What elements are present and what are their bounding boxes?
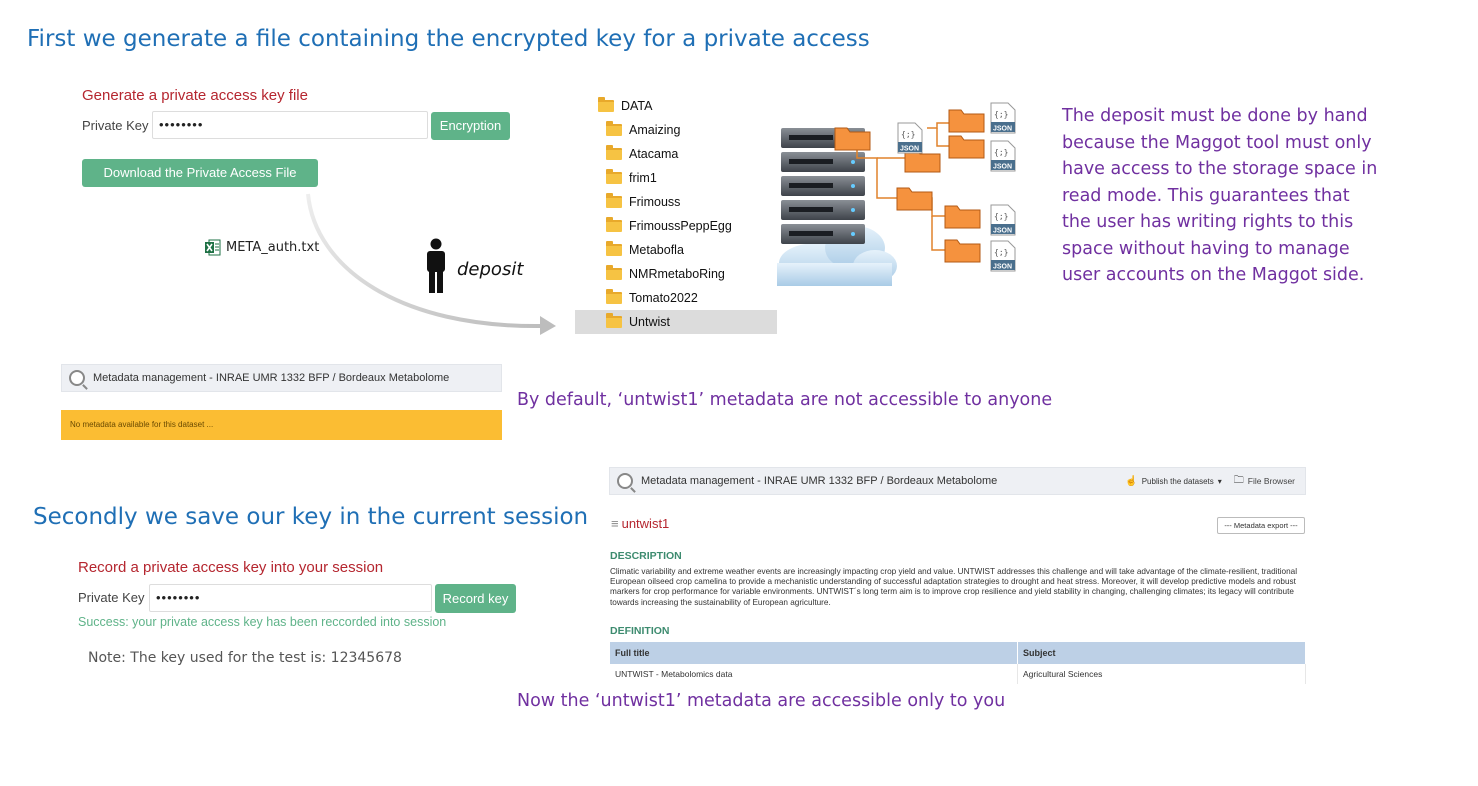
private-key-label: Private Key :: [82, 118, 156, 133]
folder-root[interactable]: DATA: [575, 94, 777, 118]
locked-caption: By default, ‘untwist1’ metadata are not …: [517, 390, 1053, 410]
app-logo-icon: [69, 370, 85, 386]
excel-file-icon: [205, 239, 221, 256]
record-form-title: Record a private access key into your se…: [78, 559, 384, 576]
person-icon: [427, 238, 445, 293]
folder-item-selected[interactable]: Untwist: [575, 310, 777, 334]
json-file-icon: {;} JSON: [990, 240, 1016, 272]
dataset-title: ≡ untwist1: [611, 516, 670, 531]
folder-icon: [606, 289, 622, 304]
locked-app-header: Metadata management - INRAE UMR 1332 BFP…: [61, 364, 502, 392]
file-browser-link[interactable]: File Browser: [1248, 476, 1295, 486]
encryption-button[interactable]: Encryption: [431, 112, 510, 140]
svg-text:{;}: {;}: [994, 110, 1008, 119]
json-file-icon: {;} JSON: [897, 122, 923, 154]
menu-icon[interactable]: ≡: [611, 516, 619, 531]
record-success-message: Success: your private access key has bee…: [78, 615, 447, 629]
app-logo-icon: [617, 473, 633, 489]
download-private-access-file-button[interactable]: Download the Private Access File: [82, 159, 318, 187]
description-text: Climatic variability and extreme weather…: [610, 567, 1298, 607]
folder-icon: [606, 265, 622, 280]
table-header-full-title: Full title: [610, 642, 1018, 664]
metadata-export-select[interactable]: --- Metadata export ---: [1217, 517, 1305, 534]
heading-first: First we generate a file containing the …: [27, 26, 870, 52]
folder-item[interactable]: Frimouss: [575, 190, 777, 214]
unlocked-app-header: Metadata management - INRAE UMR 1332 BFP…: [609, 467, 1306, 495]
folder-icon: [606, 169, 622, 184]
generate-form-title: Generate a private access key file: [82, 87, 308, 104]
private-key-input[interactable]: ••••••••: [152, 111, 428, 139]
svg-text:{;}: {;}: [901, 130, 915, 139]
table-header-subject: Subject: [1018, 642, 1306, 664]
folder-outline-icon: 🗀: [1233, 474, 1244, 486]
record-private-key-label: Private Key :: [78, 590, 152, 605]
folder-icon: [598, 97, 614, 112]
deposit-explanation: The deposit must be done by hand because…: [1062, 106, 1378, 285]
record-key-button[interactable]: Record key: [435, 584, 516, 613]
chevron-down-icon: ▾: [1217, 476, 1222, 486]
folder-icon: [606, 121, 622, 136]
table-cell-full-title: UNTWIST - Metabolomics data: [610, 664, 1018, 684]
folder-item[interactable]: frim1: [575, 166, 777, 190]
unlocked-caption: Now the ‘untwist1’ metadata are accessib…: [517, 691, 1006, 711]
folder-item[interactable]: Tomato2022: [575, 286, 777, 310]
test-key-note: Note: The key used for the test is: 1234…: [88, 650, 402, 666]
description-title: DESCRIPTION: [610, 550, 682, 562]
svg-text:{;}: {;}: [994, 148, 1008, 157]
svg-text:JSON: JSON: [993, 264, 1012, 271]
svg-text:{;}: {;}: [994, 212, 1008, 221]
folder-item[interactable]: FrimoussPeppEgg: [575, 214, 777, 238]
folder-icon: [606, 193, 622, 208]
hand-pointer-icon: ☝: [1125, 475, 1138, 487]
folder-icon: [606, 217, 622, 232]
record-private-key-input[interactable]: ••••••••: [149, 584, 432, 612]
deposit-label: deposit: [457, 259, 524, 280]
folder-item[interactable]: Amaizing: [575, 118, 777, 142]
no-metadata-alert: No metadata available for this dataset .…: [61, 410, 502, 440]
folder-item[interactable]: Metabofla: [575, 238, 777, 262]
svg-text:JSON: JSON: [993, 228, 1012, 235]
svg-text:JSON: JSON: [993, 126, 1012, 133]
file-explorer: DATA Amaizing Atacama frim1 Frimouss Fri…: [575, 94, 777, 334]
svg-text:JSON: JSON: [900, 146, 919, 153]
publish-datasets-menu[interactable]: Publish the datasets: [1142, 477, 1214, 486]
folder-icon: [606, 145, 622, 160]
table-cell-subject: Agricultural Sciences: [1018, 664, 1306, 684]
folder-icon: [606, 241, 622, 256]
json-file-icon: {;} JSON: [990, 102, 1016, 134]
svg-text:JSON: JSON: [993, 164, 1012, 171]
folder-item[interactable]: Atacama: [575, 142, 777, 166]
folder-item[interactable]: NMRmetaboRing: [575, 262, 777, 286]
definition-title: DEFINITION: [610, 625, 670, 637]
json-file-icon: {;} JSON: [990, 140, 1016, 172]
svg-text:{;}: {;}: [994, 248, 1008, 257]
table-row: UNTWIST - Metabolomics data Agricultural…: [610, 664, 1306, 684]
json-file-icon: {;} JSON: [990, 204, 1016, 236]
heading-second: Secondly we save our key in the current …: [33, 504, 589, 530]
folder-icon: [606, 313, 622, 328]
definition-table-header: Full title Subject: [610, 642, 1306, 664]
